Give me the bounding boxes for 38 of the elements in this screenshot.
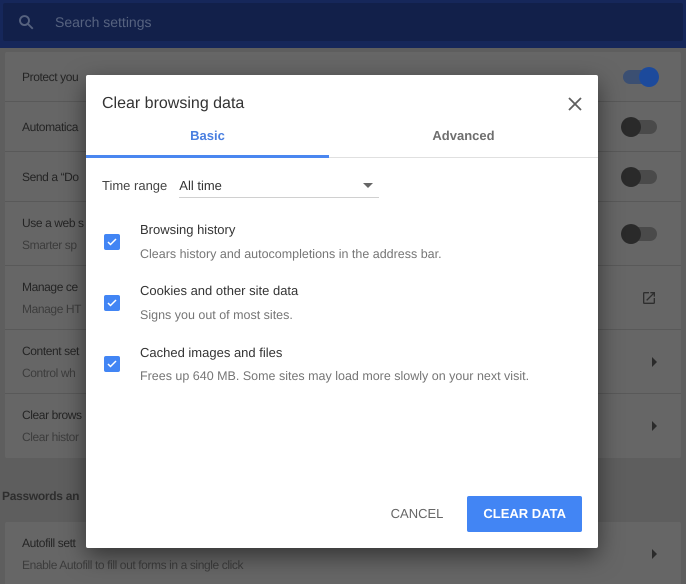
search-icon xyxy=(17,13,35,31)
option-title: Cached images and files xyxy=(140,344,284,362)
setting-title: Protect you xyxy=(22,68,78,86)
toggle-switch[interactable] xyxy=(623,170,657,184)
tab[interactable]: Basic xyxy=(86,117,329,158)
option-description: Signs you out of most sites. xyxy=(140,306,294,324)
setting-title: Send a “Do xyxy=(22,168,79,186)
setting-title: Automatica xyxy=(22,118,78,136)
option-description: Clears history and autocompletions in the address bar. xyxy=(140,246,442,263)
clear-data-button[interactable]: CLEAR DATA xyxy=(467,496,582,532)
setting-title: Use a web s xyxy=(22,214,84,232)
external-link-icon[interactable] xyxy=(641,290,657,306)
checkbox[interactable] xyxy=(104,294,120,311)
setting-title: Manage ce xyxy=(22,278,79,296)
close-icon[interactable] xyxy=(568,97,582,111)
caret-icon[interactable] xyxy=(652,421,657,431)
setting-title: Clear brows xyxy=(22,407,82,424)
checkmark-icon xyxy=(106,296,118,309)
toggle-switch[interactable] xyxy=(623,70,657,84)
option-description: Frees up 640 MB. Some sites may load more slowly on your next visit. xyxy=(140,368,530,385)
setting-title: Autofill sett xyxy=(22,535,77,552)
dropdown[interactable]: All time xyxy=(179,174,380,198)
cancel-button[interactable]: CANCEL xyxy=(390,496,444,532)
checkmark-icon xyxy=(106,236,118,248)
toggle-switch[interactable] xyxy=(623,226,657,240)
toggle-switch[interactable] xyxy=(623,120,657,134)
caret-icon[interactable] xyxy=(652,549,657,559)
caret-icon[interactable] xyxy=(652,356,657,366)
dialog-title: Clear browsing data xyxy=(102,94,244,114)
setting-title: Content set xyxy=(22,342,79,360)
dropdown-arrow-icon xyxy=(363,183,374,188)
tab[interactable]: Advanced xyxy=(329,117,598,158)
option-title: Browsing history xyxy=(140,221,236,239)
checkbox[interactable] xyxy=(104,234,120,250)
checkbox[interactable] xyxy=(104,356,120,372)
field-label: Time range xyxy=(102,177,168,196)
option-title: Cookies and other site data xyxy=(140,282,298,300)
checkmark-icon xyxy=(106,358,118,370)
